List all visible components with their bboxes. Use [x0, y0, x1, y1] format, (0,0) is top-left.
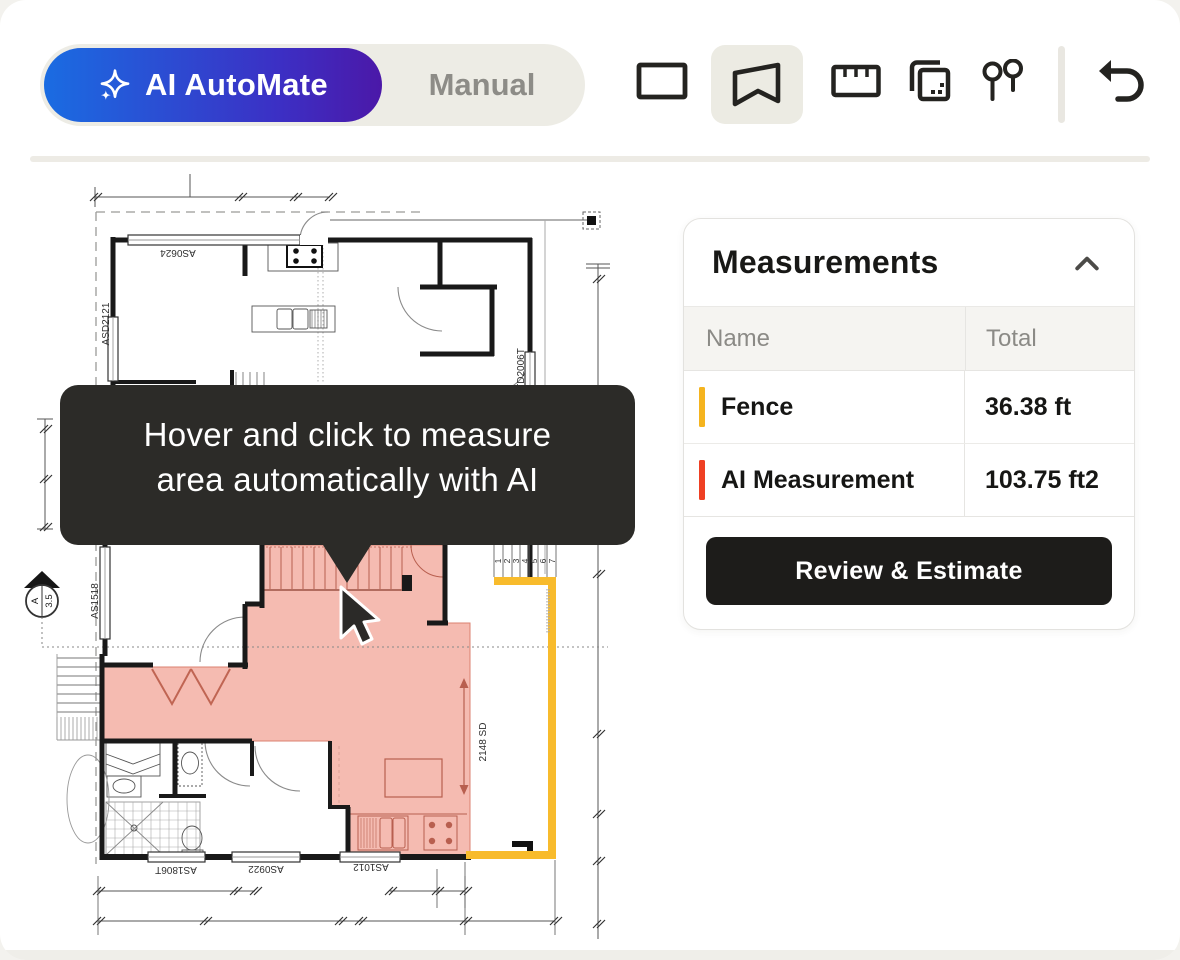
copy-icon [907, 58, 953, 104]
measurements-panel: Measurements Name Total Fence 36.38 ft A… [683, 218, 1135, 630]
window-label: AS1012 [353, 861, 389, 872]
copy-tool[interactable] [902, 53, 958, 109]
measurement-total: 36.38 ft [965, 371, 1134, 443]
measurements-table-header: Name Total [684, 307, 1134, 371]
section-marker-letter: A [30, 597, 41, 604]
ai-measurement-color-swatch [699, 460, 705, 500]
measurement-row-fence[interactable]: Fence 36.38 ft [684, 371, 1134, 444]
collapse-panel-button[interactable] [1068, 249, 1106, 277]
measurement-row-ai[interactable]: AI Measurement 103.75 ft2 [684, 444, 1134, 517]
tooltip-line-1: Hover and click to measure [60, 412, 635, 457]
toolbar-divider [1058, 46, 1065, 123]
section-marker: A 3.5 [24, 571, 60, 646]
manual-button[interactable]: Manual [382, 44, 582, 126]
sparkle-icon [98, 68, 132, 102]
window-label: AS0624 [160, 247, 196, 258]
mode-toggle[interactable]: AI AutoMate Manual [40, 44, 585, 126]
panel-title: Measurements [712, 244, 939, 281]
measurement-total: 103.75 ft2 [965, 444, 1134, 516]
stair-wall-nub [402, 575, 412, 591]
toolbar-separator [30, 156, 1150, 162]
pins-icon [982, 59, 1026, 103]
measurements-panel-header: Measurements [684, 219, 1134, 307]
pins-tool[interactable] [976, 53, 1032, 109]
ai-tooltip: Hover and click to measure area automati… [60, 385, 635, 545]
ruler-tool[interactable] [828, 53, 884, 109]
ai-measured-area[interactable] [102, 545, 470, 855]
section-marker-number: 3.5 [44, 594, 55, 607]
ai-automate-label: AI AutoMate [145, 67, 328, 103]
window-label: AS1518 [90, 583, 101, 619]
manual-label: Manual [429, 67, 536, 103]
fence-measurement-line[interactable] [466, 581, 552, 855]
window-bottom-edge [0, 950, 1180, 960]
window-label: AS0922 [248, 863, 284, 874]
rectangle-icon [636, 61, 688, 101]
chevron-up-icon [1074, 255, 1100, 271]
polygon-tool[interactable] [711, 45, 803, 124]
measurement-name: Fence [721, 393, 793, 422]
tooltip-line-2: area automatically with AI [60, 457, 635, 502]
window-label: ASD2121 [101, 302, 112, 345]
app-window: AI AutoMate Manual [0, 0, 1180, 960]
panel-footer: Review & Estimate [684, 517, 1134, 629]
sliding-door-label: 2148 SD [478, 723, 489, 762]
undo-icon [1097, 58, 1145, 104]
undo-button[interactable] [1091, 51, 1151, 111]
fence-color-swatch [699, 387, 705, 427]
measurement-name: AI Measurement [721, 466, 914, 495]
ai-automate-button[interactable]: AI AutoMate [44, 48, 382, 122]
window-label: AS1806T [155, 864, 197, 875]
tooltip-pointer [323, 545, 371, 583]
column-header-total: Total [965, 307, 1134, 370]
rectangle-tool[interactable] [634, 53, 690, 109]
column-header-name: Name [684, 307, 965, 370]
step-number: 7 [547, 558, 557, 563]
ruler-icon [831, 63, 881, 99]
review-estimate-button[interactable]: Review & Estimate [706, 537, 1112, 605]
polygon-icon [732, 62, 782, 108]
